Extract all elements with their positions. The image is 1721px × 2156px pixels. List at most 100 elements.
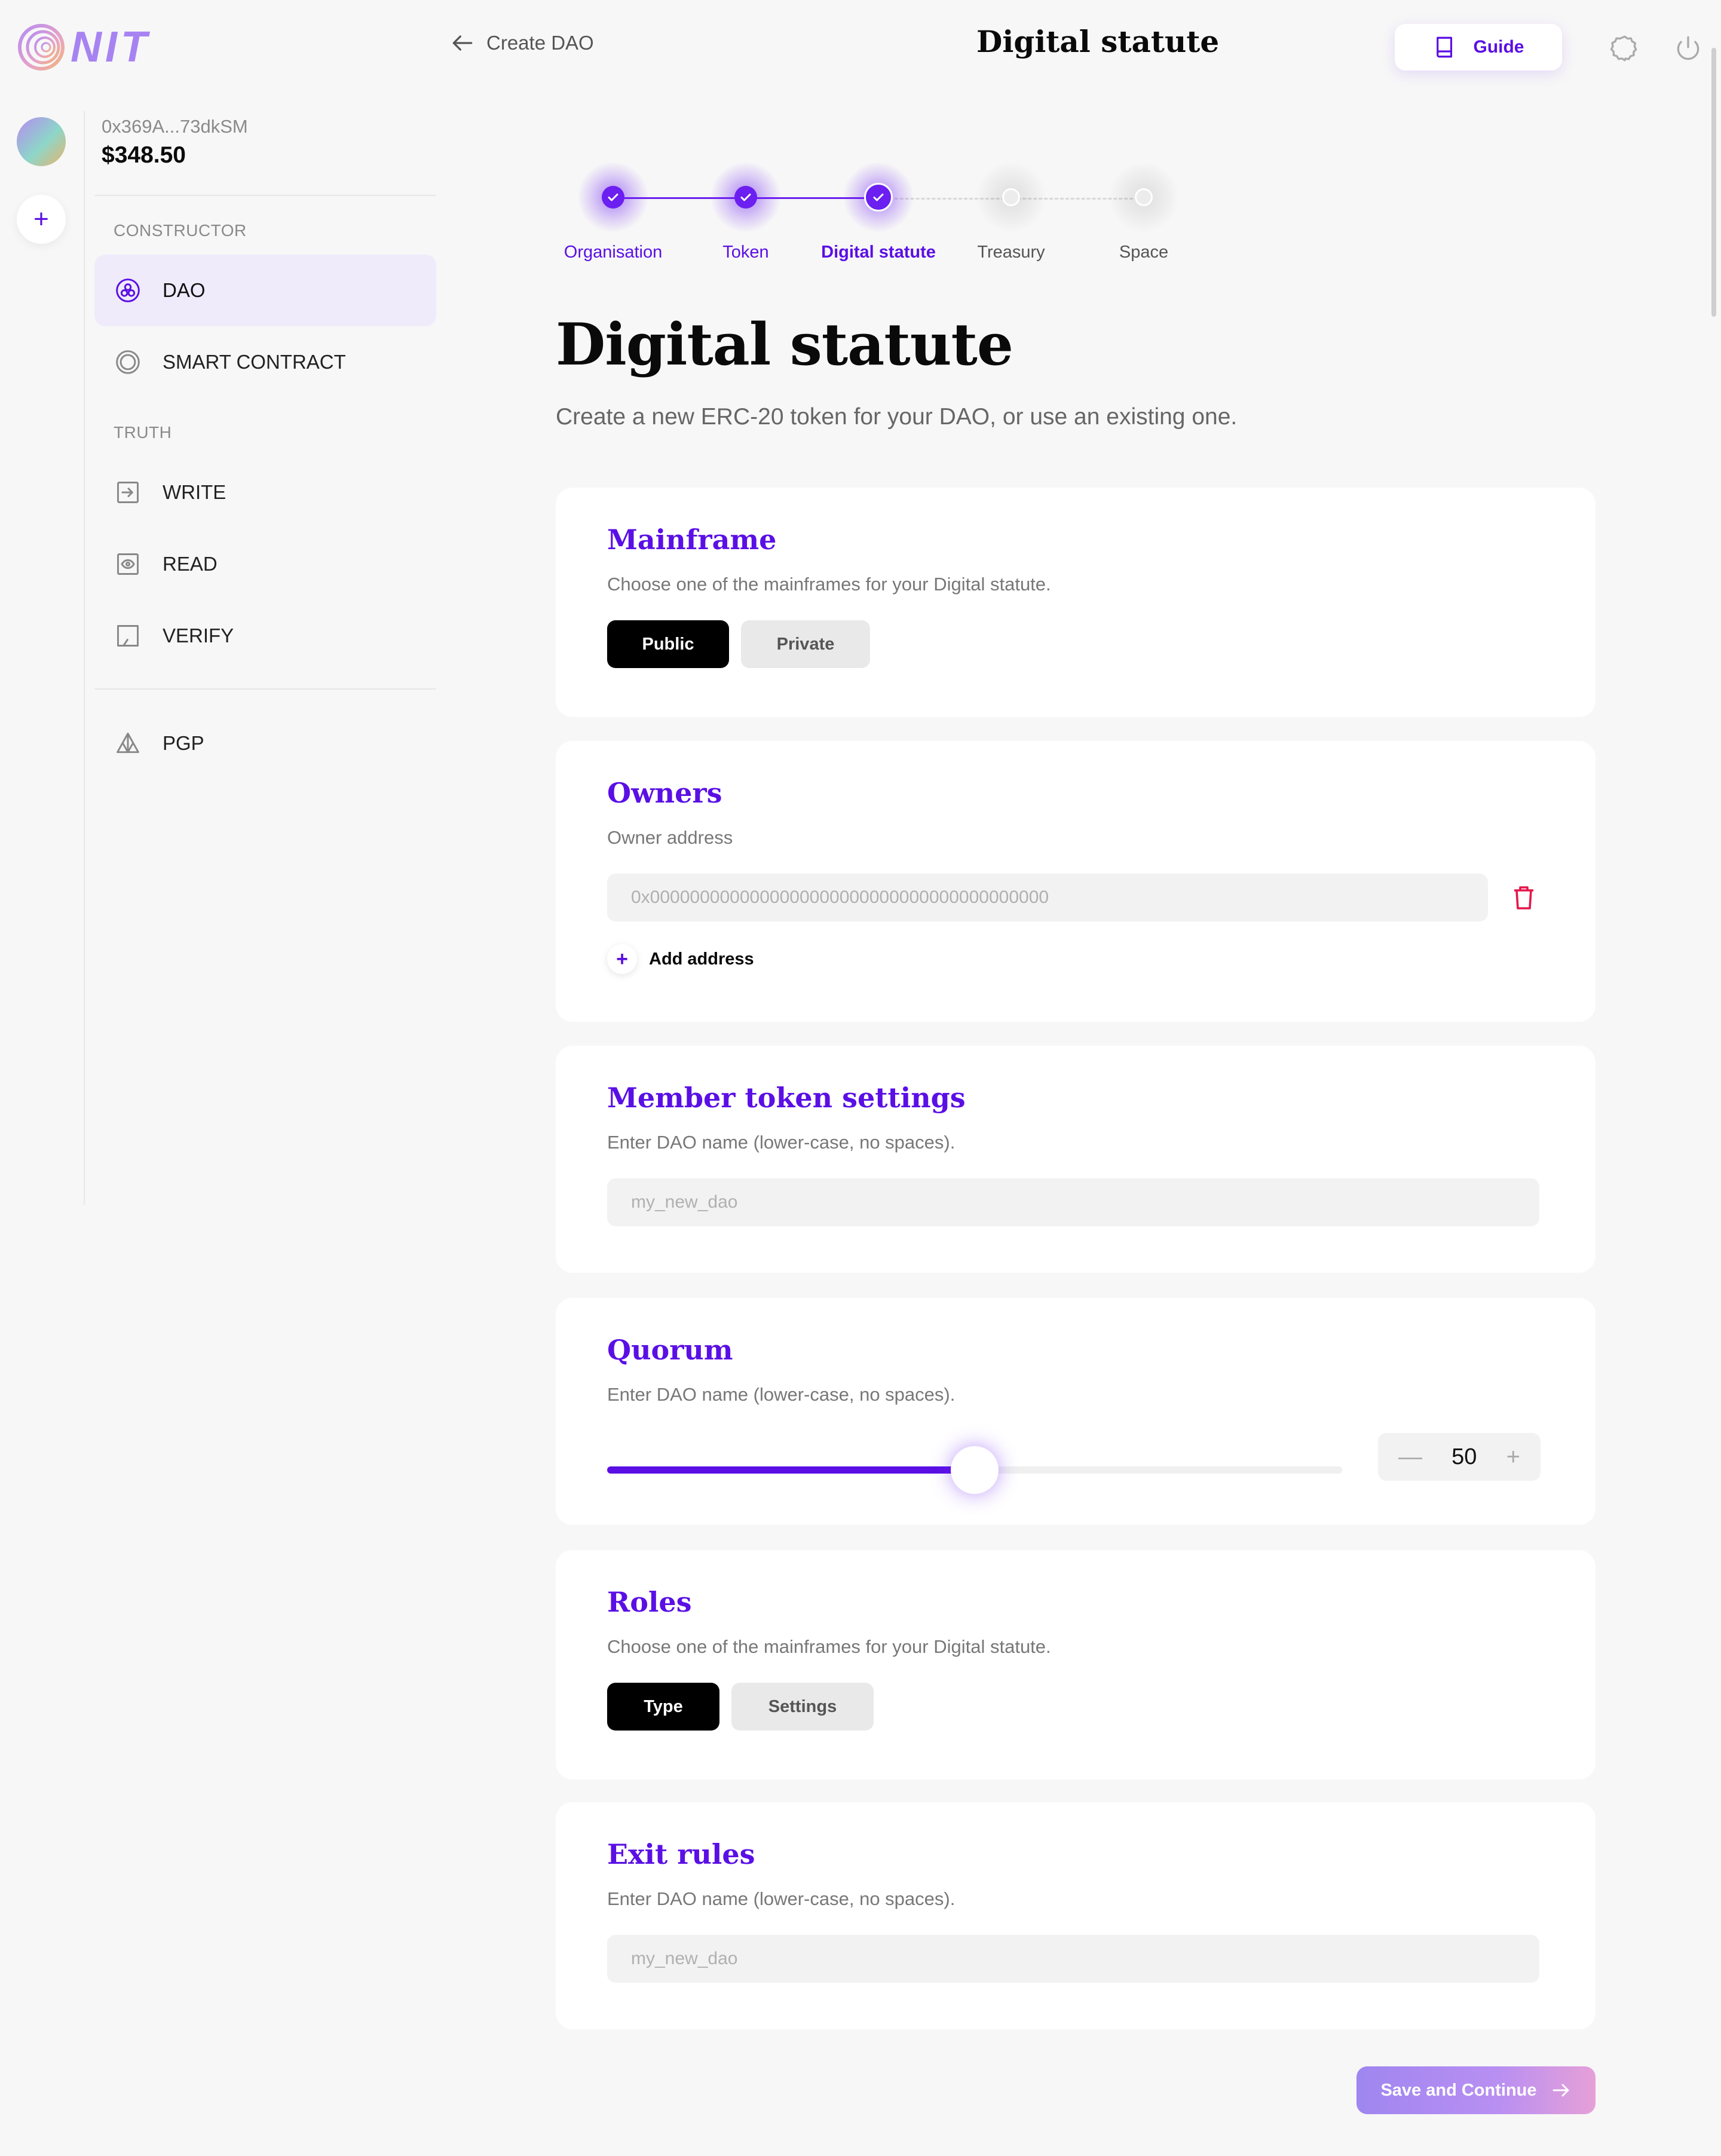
sidebar-item-read[interactable]: READ	[94, 528, 436, 600]
book-icon	[1437, 36, 1453, 58]
owners-card: Owners Owner address 0x00000000000000000…	[556, 741, 1596, 1022]
step-label: Digital statute	[821, 243, 936, 262]
sidebar-item-verify[interactable]: VERIFY	[94, 600, 436, 672]
roles-type-button[interactable]: Type	[607, 1683, 719, 1731]
quorum-slider[interactable]	[607, 1446, 1342, 1494]
step-digital-statute[interactable]: Digital statute	[812, 161, 945, 262]
step-organisation[interactable]: Organisation	[547, 161, 679, 262]
scrollbar[interactable]	[1709, 0, 1719, 2156]
minus-icon[interactable]: —	[1398, 1444, 1422, 1471]
logo[interactable]: NIT	[17, 23, 151, 72]
sidebar-item-label: DAO	[163, 279, 206, 301]
check-icon	[608, 194, 618, 201]
verify-icon	[117, 625, 139, 647]
page-subtitle: Create a new ERC-20 token for your DAO, …	[556, 404, 1238, 430]
quorum-slider-thumb[interactable]	[951, 1446, 999, 1494]
logo-mark-icon	[18, 24, 65, 71]
plus-icon[interactable]: +	[1506, 1444, 1520, 1471]
sidebar-item-label: SMART CONTRACT	[163, 351, 346, 373]
section-truth: TRUTH	[114, 423, 172, 442]
step-dot	[710, 161, 782, 233]
step-dot	[1108, 161, 1180, 233]
app-window: NIT Create DAO Digital statute Guide + 0…	[0, 0, 1721, 2156]
card-description: Enter DAO name (lower-case, no spaces).	[607, 1132, 956, 1153]
wallet-address: 0x369A...73dkSM	[102, 116, 248, 137]
wallet-balance: $348.50	[102, 142, 186, 168]
exit-rules-card: Exit rules Enter DAO name (lower-case, n…	[556, 1802, 1596, 2029]
card-title: Roles	[607, 1586, 692, 1618]
progress-stepper: Organisation Token Digital statute Treas	[550, 161, 1231, 269]
step-label: Token	[722, 243, 769, 262]
guide-label: Guide	[1473, 37, 1524, 57]
quorum-value[interactable]: 50	[1451, 1444, 1477, 1470]
save-continue-button[interactable]: Save and Continue	[1356, 2066, 1596, 2114]
save-label: Save and Continue	[1380, 2080, 1537, 2100]
step-label: Treasury	[977, 243, 1045, 262]
step-space[interactable]: Space	[1077, 161, 1210, 262]
sidebar-item-smart-contract[interactable]: SMART CONTRACT	[94, 326, 436, 398]
back-link[interactable]: Create DAO	[449, 30, 594, 56]
sidebar-item-label: READ	[163, 553, 218, 575]
sidebar-item-write[interactable]: WRITE	[94, 457, 436, 528]
sidebar-item-dao[interactable]: DAO	[94, 255, 436, 326]
pgp-icon	[117, 733, 139, 754]
arrow-left-icon	[452, 35, 473, 51]
card-description: Enter DAO name (lower-case, no spaces).	[607, 1384, 956, 1405]
sidebar-divider	[94, 195, 436, 196]
card-title: Quorum	[607, 1334, 733, 1366]
roles-card: Roles Choose one of the mainframes for y…	[556, 1550, 1596, 1780]
card-description: Choose one of the mainframes for your Di…	[607, 1636, 1051, 1657]
add-address-label: Add address	[649, 949, 754, 969]
add-address-button[interactable]: + Add address	[607, 944, 754, 974]
quorum-stepper: — 50 +	[1378, 1433, 1541, 1481]
step-token[interactable]: Token	[679, 161, 812, 262]
sidebar-item-label: VERIFY	[163, 624, 234, 647]
account-avatar[interactable]	[17, 117, 66, 166]
card-title: Member token settings	[607, 1082, 966, 1114]
plus-icon: +	[33, 204, 49, 234]
quorum-slider-fill	[607, 1466, 975, 1474]
member-token-card: Member token settings Enter DAO name (lo…	[556, 1046, 1596, 1273]
settings-icon[interactable]	[1610, 33, 1640, 63]
scrollbar-thumb[interactable]	[1711, 48, 1716, 317]
step-dot	[577, 161, 649, 233]
pending-dot-icon	[1002, 188, 1020, 206]
arrow-right-icon	[1552, 2084, 1569, 2097]
dao-icon	[116, 278, 140, 302]
section-constructor: CONSTRUCTOR	[114, 221, 247, 240]
step-label: Organisation	[564, 243, 663, 262]
roles-settings-button[interactable]: Settings	[731, 1683, 874, 1731]
smart-contract-icon	[116, 350, 140, 374]
read-icon	[117, 553, 139, 575]
card-title: Mainframe	[607, 523, 777, 556]
mainframe-private-button[interactable]: Private	[741, 620, 870, 668]
logo-text: NIT	[71, 23, 151, 71]
owner-address-input[interactable]: 0x00000000000000000000000000000000000000…	[607, 874, 1488, 921]
card-description: Owner address	[607, 827, 733, 848]
write-icon	[117, 482, 139, 503]
sidebar-divider	[94, 688, 436, 690]
card-description: Choose one of the mainframes for your Di…	[607, 574, 1051, 595]
check-icon	[740, 194, 751, 201]
mainframe-card: Mainframe Choose one of the mainframes f…	[556, 488, 1596, 717]
step-treasury[interactable]: Treasury	[945, 161, 1077, 262]
sidebar-item-pgp[interactable]: PGP	[94, 708, 436, 779]
check-icon	[873, 194, 884, 201]
quorum-card: Quorum Enter DAO name (lower-case, no sp…	[556, 1298, 1596, 1525]
trash-icon[interactable]	[1509, 883, 1538, 912]
rail-divider	[84, 111, 85, 1205]
step-dot	[843, 161, 914, 233]
mainframe-public-button[interactable]: Public	[607, 620, 729, 668]
add-account-button[interactable]: +	[17, 195, 66, 244]
back-label: Create DAO	[486, 32, 594, 54]
exit-rules-input[interactable]: my_new_dao	[607, 1935, 1539, 1983]
power-icon[interactable]	[1673, 33, 1703, 63]
page-heading: Digital statute	[556, 311, 1013, 378]
plus-icon: +	[607, 944, 637, 974]
card-title: Exit rules	[607, 1838, 755, 1870]
card-title: Owners	[607, 777, 722, 809]
guide-button[interactable]: Guide	[1395, 24, 1562, 71]
member-token-input[interactable]: my_new_dao	[607, 1178, 1539, 1226]
card-description: Enter DAO name (lower-case, no spaces).	[607, 1888, 956, 1909]
sidebar-item-label: PGP	[163, 732, 204, 754]
